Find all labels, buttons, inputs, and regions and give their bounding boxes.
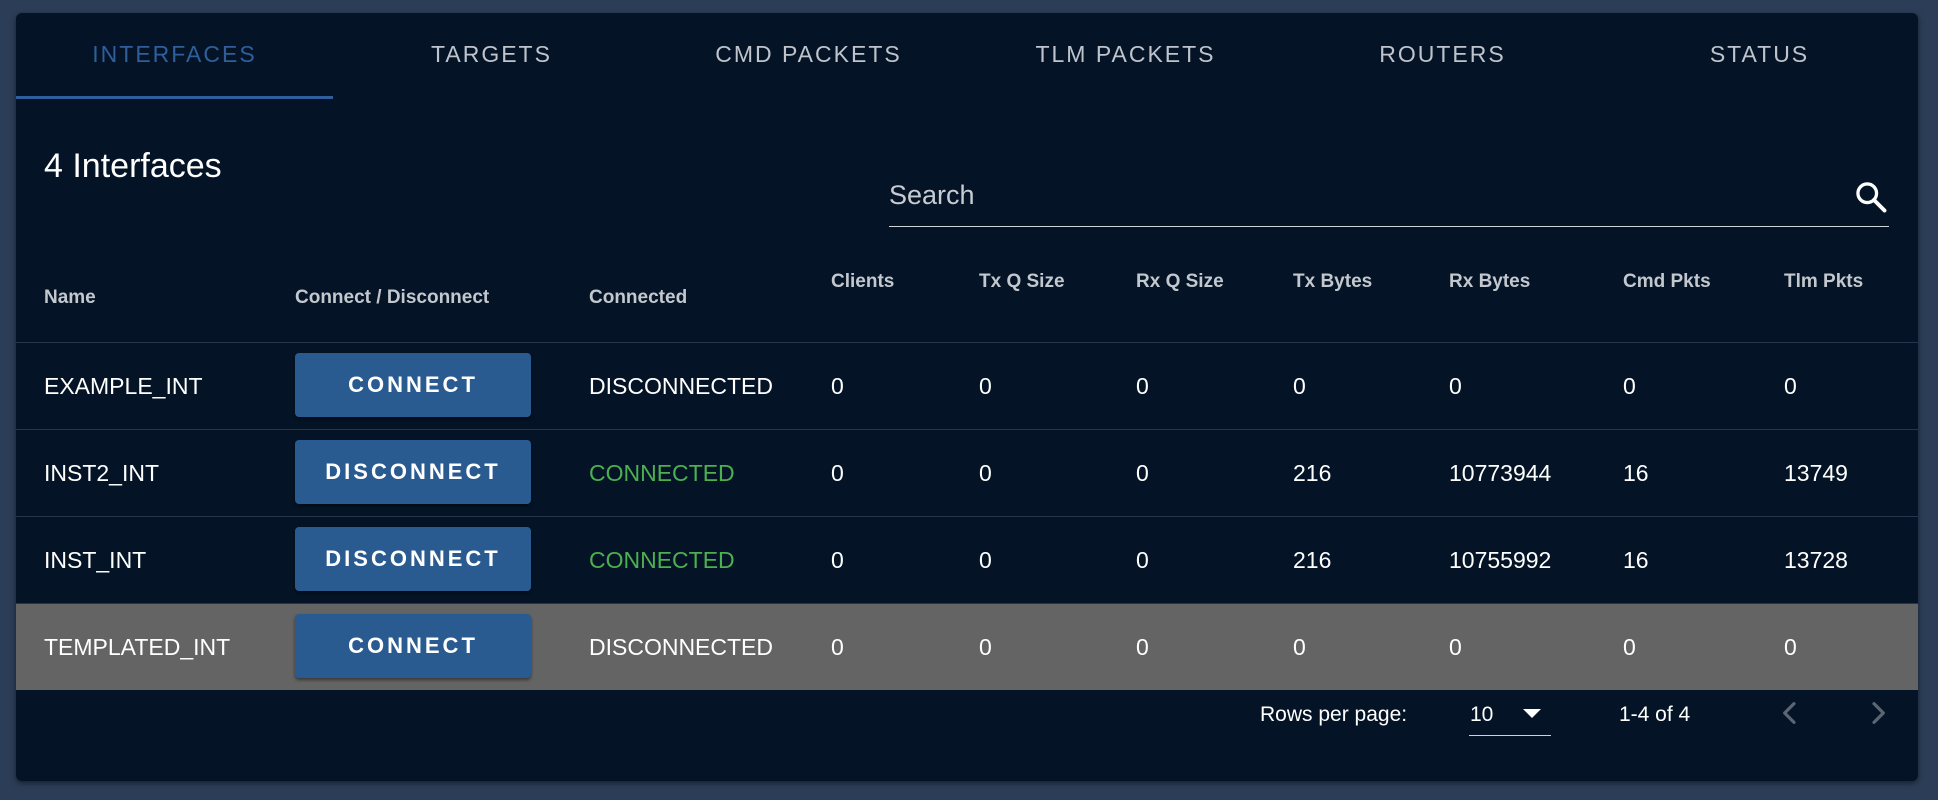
cmd-pkts-value: 0 — [1623, 633, 1636, 660]
clients-value: 0 — [831, 546, 844, 573]
column-header-name[interactable]: Name — [44, 287, 96, 309]
connection-status: CONNECTED — [589, 459, 735, 486]
column-header-connect: Connect / Disconnect — [295, 287, 490, 308]
chevron-right-icon[interactable] — [1862, 697, 1894, 729]
tx-q-size-value: 0 — [979, 633, 992, 660]
disconnect-button[interactable]: DISCONNECT — [295, 527, 531, 591]
table-row[interactable]: INST_INT DISCONNECT CONNECTED 0 0 0 216 … — [16, 517, 1918, 604]
rx-bytes-value: 10755992 — [1449, 546, 1552, 573]
interface-name: EXAMPLE_INT — [44, 372, 203, 399]
column-header-tx-q-size[interactable]: Tx Q Size — [979, 271, 1065, 293]
search-field — [889, 163, 1889, 227]
tlm-pkts-value: 13749 — [1784, 459, 1848, 486]
tab-bar: INTERFACES TARGETS CMD PACKETS TLM PACKE… — [16, 13, 1918, 99]
tx-bytes-value: 216 — [1293, 546, 1332, 573]
tx-q-size-value: 0 — [979, 546, 992, 573]
pagination-range: 1-4 of 4 — [1619, 703, 1691, 726]
rx-bytes-value: 0 — [1449, 633, 1462, 660]
connect-button[interactable]: CONNECT — [295, 353, 531, 417]
tlm-pkts-value: 13728 — [1784, 546, 1848, 573]
interface-name: INST2_INT — [44, 459, 160, 486]
column-header-tx-bytes[interactable]: Tx Bytes — [1293, 271, 1372, 293]
tab-routers[interactable]: ROUTERS — [1284, 13, 1601, 99]
rx-q-size-value: 0 — [1136, 546, 1149, 573]
column-header-cmd-pkts[interactable]: Cmd Pkts — [1623, 271, 1711, 293]
interface-name: INST_INT — [44, 546, 147, 573]
rows-per-page-value: 10 — [1470, 703, 1494, 726]
cmd-pkts-value: 16 — [1623, 459, 1649, 486]
tx-bytes-value: 216 — [1293, 459, 1332, 486]
tlm-pkts-value: 0 — [1784, 633, 1797, 660]
rx-q-size-value: 0 — [1136, 633, 1149, 660]
tab-interfaces[interactable]: INTERFACES — [16, 13, 333, 99]
column-header-connected[interactable]: Connected — [589, 287, 687, 309]
table-row[interactable]: EXAMPLE_INT CONNECT DISCONNECTED 0 0 0 0… — [16, 343, 1918, 430]
search-icon[interactable] — [1853, 179, 1889, 215]
table-footer: Rows per page: 10 1-4 of 4 — [16, 689, 1918, 769]
column-header-clients[interactable]: Clients — [831, 271, 894, 293]
rows-per-page-select[interactable]: 10 — [1469, 689, 1551, 736]
column-header-tlm-pkts[interactable]: Tlm Pkts — [1784, 271, 1863, 293]
chevron-left-icon[interactable] — [1774, 697, 1806, 729]
tab-cmd-packets[interactable]: CMD PACKETS — [650, 13, 967, 99]
tx-q-size-value: 0 — [979, 372, 992, 399]
column-header-rx-bytes[interactable]: Rx Bytes — [1449, 271, 1530, 293]
rx-bytes-value: 10773944 — [1449, 459, 1552, 486]
interfaces-card: INTERFACES TARGETS CMD PACKETS TLM PACKE… — [16, 13, 1918, 781]
page-title: 4 Interfaces — [44, 147, 222, 185]
cmd-pkts-value: 0 — [1623, 372, 1636, 399]
tx-bytes-value: 0 — [1293, 633, 1306, 660]
interface-name: TEMPLATED_INT — [44, 633, 231, 660]
clients-value: 0 — [831, 459, 844, 486]
disconnect-button[interactable]: DISCONNECT — [295, 440, 531, 504]
rx-q-size-value: 0 — [1136, 459, 1149, 486]
interfaces-table: Name Connect / Disconnect Connected Clie… — [16, 253, 1918, 690]
table-row[interactable]: TEMPLATED_INT CONNECT DISCONNECTED 0 0 0… — [16, 604, 1918, 690]
cmd-pkts-value: 16 — [1623, 546, 1649, 573]
rx-bytes-value: 0 — [1449, 372, 1462, 399]
table-header: Name Connect / Disconnect Connected Clie… — [16, 253, 1918, 343]
tab-tlm-packets[interactable]: TLM PACKETS — [967, 13, 1284, 99]
tx-q-size-value: 0 — [979, 459, 992, 486]
search-input[interactable] — [889, 175, 1809, 215]
caret-down-icon — [1523, 709, 1541, 718]
clients-value: 0 — [831, 633, 844, 660]
connection-status: DISCONNECTED — [589, 372, 774, 399]
tlm-pkts-value: 0 — [1784, 372, 1797, 399]
connect-button[interactable]: CONNECT — [295, 614, 531, 678]
rows-per-page-label: Rows per page: — [1260, 703, 1408, 726]
tab-status[interactable]: STATUS — [1601, 13, 1918, 99]
rx-q-size-value: 0 — [1136, 372, 1149, 399]
column-header-rx-q-size[interactable]: Rx Q Size — [1136, 271, 1224, 293]
table-row[interactable]: INST2_INT DISCONNECT CONNECTED 0 0 0 216… — [16, 430, 1918, 517]
tx-bytes-value: 0 — [1293, 372, 1306, 399]
tab-targets[interactable]: TARGETS — [333, 13, 650, 99]
clients-value: 0 — [831, 372, 844, 399]
connection-status: DISCONNECTED — [589, 633, 774, 660]
connection-status: CONNECTED — [589, 546, 735, 573]
